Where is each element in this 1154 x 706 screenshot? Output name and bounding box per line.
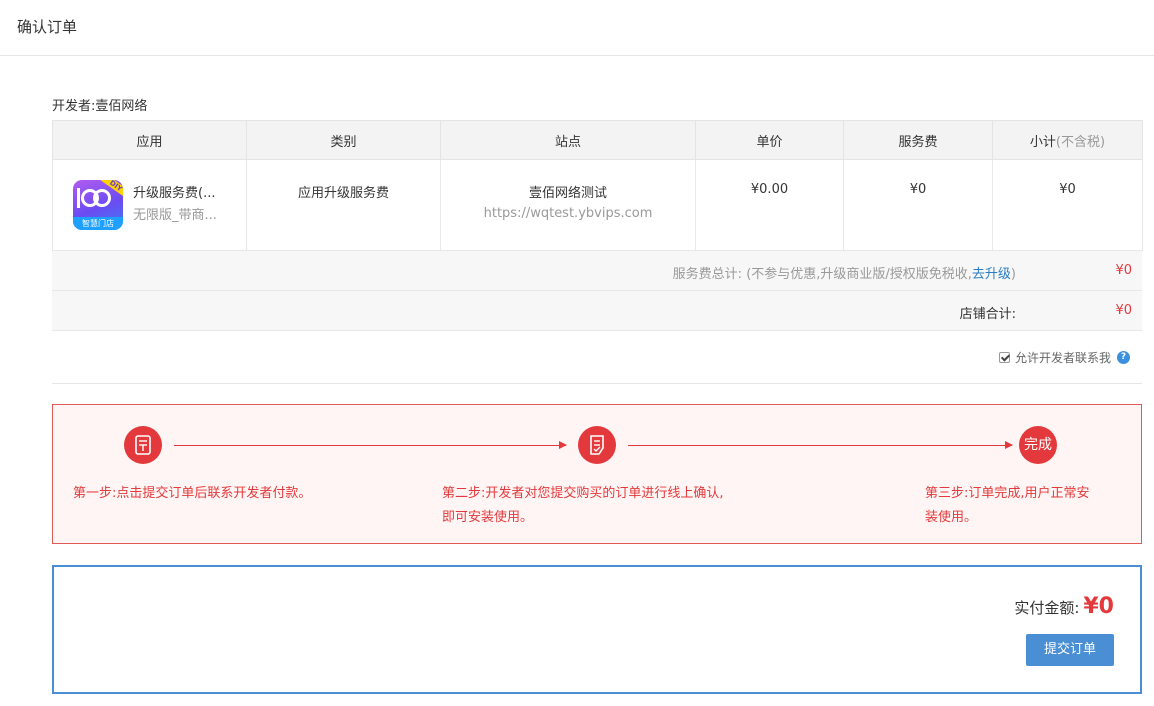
column-header-subtotal: 小计(不含税) bbox=[992, 120, 1143, 160]
order-table: 应用 类别 站点 单价 服务费 小计(不含税) DIY 智慧门店 升级服务费(.… bbox=[52, 120, 1143, 251]
step-2-text: 第二步:开发者对您提交购买的订单进行线上确认, 即可安装使用。 bbox=[442, 486, 724, 525]
service-total-label: 服务费总计: (不参与优惠,升级商业版/授权版免税收,去升级) bbox=[672, 267, 1016, 282]
app-cell: DIY 智慧门店 升级服务费(... 无限版_带商... bbox=[52, 159, 247, 251]
payment-amount: ¥0 bbox=[1083, 594, 1114, 619]
subtotal-cell: ¥0 bbox=[992, 159, 1143, 251]
service-total-row: 服务费总计: (不参与优惠,升级商业版/授权版免税收,去升级) ¥0 bbox=[52, 251, 1142, 291]
submit-order-button[interactable]: 提交订单 bbox=[1026, 634, 1114, 666]
service-fee-cell: ¥0 bbox=[843, 159, 993, 251]
store-total-row: 店铺合计: ¥0 bbox=[52, 291, 1142, 331]
allow-contact[interactable]: 允许开发者联系我 ? bbox=[998, 349, 1130, 366]
allow-contact-label: 允许开发者联系我 bbox=[1014, 351, 1111, 365]
page-title: 确认订单 bbox=[17, 18, 78, 36]
payment-amount-line: 实付金额: ¥0 bbox=[1014, 594, 1114, 619]
step-1-text: 第一步:点击提交订单后联系开发者付款。 bbox=[73, 486, 312, 501]
site-name: 壹佰网络测试 bbox=[528, 186, 607, 201]
column-header-app: 应用 bbox=[52, 120, 247, 160]
column-header-category: 类别 bbox=[246, 120, 441, 160]
page-header: 确认订单 bbox=[0, 0, 1154, 56]
app-logo-store-label: 智慧门店 bbox=[73, 217, 123, 230]
document-check-icon bbox=[578, 426, 616, 464]
flow-arrow-2 bbox=[628, 441, 1013, 449]
developer-label: 开发者:壹佰网络 bbox=[52, 99, 148, 114]
column-header-site: 站点 bbox=[440, 120, 696, 160]
category-cell: 应用升级服务费 bbox=[246, 159, 441, 251]
app-logo-icon: DIY 智慧门店 bbox=[73, 180, 123, 230]
step-3-text: 第三步:订单完成,用户正常安 装使用。 bbox=[925, 486, 1090, 525]
store-total-value: ¥0 bbox=[1115, 303, 1132, 318]
order-flow-panel: 完成 第一步:点击提交订单后联系开发者付款。 第二步:开发者对您提交购买的订单进… bbox=[52, 404, 1142, 544]
app-name[interactable]: 升级服务费(... bbox=[133, 182, 215, 201]
column-header-service-fee: 服务费 bbox=[843, 120, 993, 160]
upgrade-link[interactable]: 去升级 bbox=[972, 267, 1011, 282]
document-icon bbox=[124, 426, 162, 464]
app-edition: 无限版_带商... bbox=[133, 208, 217, 223]
unit-price-cell: ¥0.00 bbox=[695, 159, 844, 251]
divider bbox=[52, 383, 1142, 384]
column-header-unit-price: 单价 bbox=[695, 120, 844, 160]
table-row: DIY 智慧门店 升级服务费(... 无限版_带商... 应用升级服务费 壹佰网… bbox=[52, 159, 1143, 251]
subtotal-note: (不含税) bbox=[1055, 134, 1106, 150]
payment-label: 实付金额: bbox=[1014, 599, 1080, 617]
flow-arrow-1 bbox=[174, 441, 567, 449]
complete-icon: 完成 bbox=[1019, 426, 1057, 464]
site-cell: 壹佰网络测试 https://wqtest.ybvips.com bbox=[440, 159, 696, 251]
service-total-value: ¥0 bbox=[1115, 263, 1132, 278]
site-url: https://wqtest.ybvips.com bbox=[483, 206, 653, 221]
allow-contact-checkbox[interactable] bbox=[998, 352, 1010, 363]
help-icon[interactable]: ? bbox=[1117, 351, 1130, 364]
table-header-row: 应用 类别 站点 单价 服务费 小计(不含税) bbox=[52, 120, 1143, 160]
store-total-label: 店铺合计: bbox=[959, 307, 1016, 322]
payment-panel: 实付金额: ¥0 提交订单 bbox=[52, 565, 1142, 694]
